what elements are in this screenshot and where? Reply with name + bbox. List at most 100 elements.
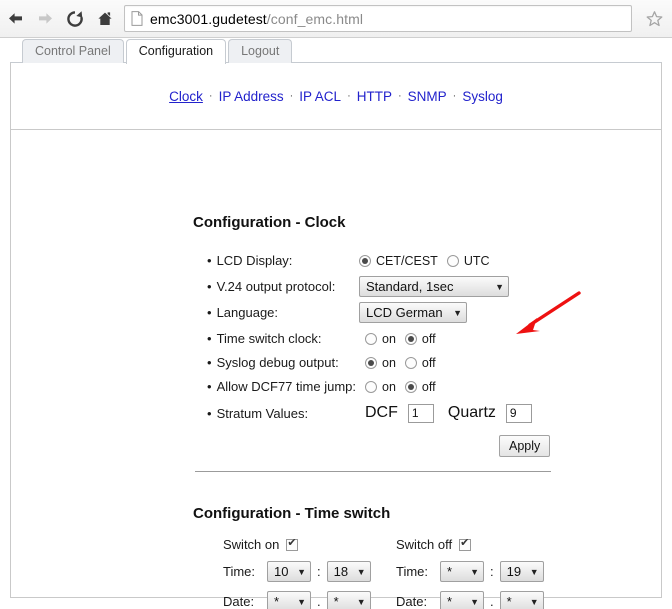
- radio-time-switch-clock-on[interactable]: [365, 332, 377, 345]
- nav-separator: ·: [452, 89, 457, 102]
- nav-separator: ·: [347, 89, 351, 102]
- page-title-clock: Configuration - Clock: [193, 214, 346, 231]
- switch-off-hour-select[interactable]: * ▼: [440, 561, 484, 582]
- switch-off-month-value: *: [506, 594, 512, 609]
- bullet-icon: •: [207, 379, 212, 394]
- radio-dcf77-jump-off[interactable]: [404, 380, 417, 393]
- date-separator: .: [317, 594, 321, 609]
- chevron-down-icon: ▼: [453, 307, 462, 318]
- row-dcf77-jump: • Allow DCF77 time jump: on off: [207, 375, 627, 398]
- chevron-down-icon: ▼: [297, 596, 306, 607]
- radio-label-off: off: [421, 331, 436, 346]
- nav-link-http[interactable]: HTTP: [357, 89, 392, 104]
- nav-link-syslog[interactable]: Syslog: [462, 89, 503, 104]
- radio-label-utc: UTC: [463, 253, 490, 268]
- bullet-icon: •: [207, 279, 212, 294]
- label-quartz: Quartz: [447, 404, 496, 421]
- url-text: emc3001.gudetest/conf_emc.html: [150, 11, 363, 27]
- row-language: • Language: LCD German ▼: [207, 301, 627, 324]
- label-stratum-values: • Stratum Values:: [207, 405, 309, 421]
- url-domain: emc3001.gudetest: [150, 10, 267, 27]
- section-nav: Clock · IP Address · IP ACL · HTTP · SNMP · Syslog: [11, 63, 661, 129]
- chevron-down-icon: ▼: [529, 566, 539, 577]
- row-lcd-display: • LCD Display: CET/CEST UTC: [207, 249, 627, 272]
- switch-on-minute-value: 18: [333, 564, 349, 579]
- bullet-icon: •: [207, 305, 212, 320]
- radio-label-off: off: [421, 379, 436, 394]
- radio-label-on: on: [382, 355, 396, 370]
- apply-button[interactable]: Apply: [499, 435, 551, 457]
- switch-on-column: Switch on Time: 10 ▼ : 18 ▼ Dat: [223, 537, 371, 609]
- radio-label-off: off: [421, 355, 436, 370]
- switch-off-minute-value: 19: [506, 564, 522, 579]
- switch-on-minute-select[interactable]: 18 ▼: [326, 561, 371, 582]
- nav-divider: [11, 129, 661, 130]
- row-syslog-debug: • Syslog debug output: on off: [207, 351, 627, 374]
- radio-lcd-utc[interactable]: [446, 254, 459, 267]
- label-dcf77-jump: • Allow DCF77 time jump:: [207, 379, 356, 394]
- tab-logout[interactable]: Logout: [228, 39, 293, 63]
- label-time: Time:: [396, 564, 429, 579]
- chevron-down-icon: ▼: [356, 596, 366, 607]
- switch-off-checkbox[interactable]: [459, 537, 472, 551]
- url-path: /conf_emc.html: [266, 10, 364, 27]
- label-time-switch-clock: • Time switch clock:: [207, 331, 322, 346]
- control-stratum-values: DCF Quartz: [365, 403, 532, 423]
- address-bar[interactable]: emc3001.gudetest/conf_emc.html: [124, 5, 632, 32]
- tab-configuration[interactable]: Configuration: [125, 39, 227, 64]
- switch-on-day-select[interactable]: * ▼: [267, 591, 311, 609]
- chevron-down-icon: ▼: [529, 596, 539, 607]
- switch-on-header: Switch on: [223, 537, 371, 552]
- row-v24-protocol: • V.24 output protocol: Standard, 1sec ▼: [207, 275, 627, 298]
- star-outline-icon[interactable]: [640, 5, 668, 33]
- home-icon[interactable]: [90, 4, 120, 34]
- radio-lcd-cet-cest[interactable]: [359, 254, 371, 267]
- switch-on-month-value: *: [333, 594, 339, 609]
- chevron-down-icon: ▼: [495, 281, 504, 292]
- switch-off-time-row: Time: * ▼ : 19 ▼: [396, 561, 544, 582]
- radio-label-cet-cest: CET/CEST: [376, 253, 438, 268]
- label-time: Time:: [223, 564, 256, 579]
- label-date: Date:: [223, 594, 255, 609]
- nav-separator: ·: [397, 89, 402, 102]
- select-v24-value: Standard, 1sec: [366, 279, 454, 294]
- chevron-down-icon: ▼: [356, 566, 366, 577]
- dcf-stratum-input[interactable]: [407, 403, 434, 423]
- radio-dcf77-jump-on[interactable]: [365, 380, 377, 393]
- section-nav-links: Clock · IP Address · IP ACL · HTTP · SNMP · Syslog: [169, 89, 503, 104]
- row-time-switch-clock: • Time switch clock: on off: [207, 327, 627, 350]
- control-lcd-display: CET/CEST UTC: [359, 254, 499, 268]
- switch-on-hour-select[interactable]: 10 ▼: [267, 561, 311, 582]
- nav-link-ip-address[interactable]: IP Address: [219, 89, 284, 104]
- select-v24-protocol[interactable]: Standard, 1sec ▼: [359, 276, 509, 297]
- radio-syslog-debug-on[interactable]: [365, 356, 377, 369]
- label-date: Date:: [396, 594, 428, 609]
- reload-icon[interactable]: [60, 4, 90, 34]
- label-syslog-debug: • Syslog debug output:: [207, 355, 339, 370]
- bullet-icon: •: [207, 253, 212, 268]
- back-arrow-icon[interactable]: [0, 4, 30, 34]
- nav-separator: ·: [289, 89, 294, 102]
- nav-separator: ·: [208, 89, 213, 102]
- nav-link-clock[interactable]: Clock: [169, 89, 203, 104]
- switch-off-month-select[interactable]: * ▼: [499, 591, 544, 609]
- label-dcf: DCF: [365, 404, 398, 421]
- nav-link-ip-acl[interactable]: IP ACL: [299, 89, 341, 104]
- radio-label-on: on: [382, 331, 396, 346]
- bullet-icon: •: [207, 331, 212, 346]
- select-language[interactable]: LCD German ▼: [359, 302, 467, 323]
- switch-on-checkbox[interactable]: [286, 537, 299, 551]
- forward-arrow-icon: [30, 4, 60, 34]
- switch-off-date-row: Date: * ▼ . * ▼: [396, 591, 544, 609]
- switch-off-day-value: *: [447, 594, 453, 609]
- switch-off-day-select[interactable]: * ▼: [440, 591, 484, 609]
- switch-off-minute-select[interactable]: 19 ▼: [499, 561, 544, 582]
- nav-link-snmp[interactable]: SNMP: [408, 89, 447, 104]
- radio-syslog-debug-off[interactable]: [404, 356, 417, 369]
- switch-on-month-select[interactable]: * ▼: [326, 591, 371, 609]
- content-panel: Clock · IP Address · IP ACL · HTTP · SNMP · Syslog…: [10, 62, 662, 609]
- tab-control-panel[interactable]: Control Panel: [22, 39, 124, 63]
- radio-time-switch-clock-off[interactable]: [404, 332, 417, 345]
- quartz-stratum-input[interactable]: [505, 403, 532, 423]
- bullet-icon: •: [207, 355, 212, 370]
